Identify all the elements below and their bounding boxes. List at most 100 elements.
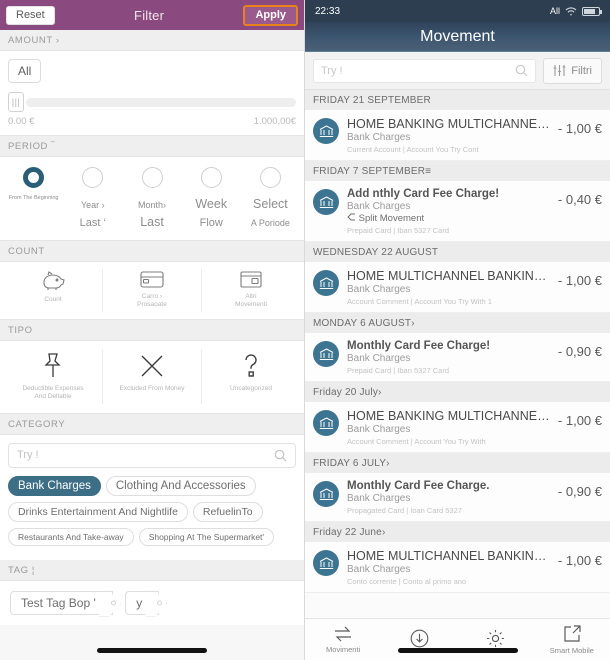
tab-bar: Movimenti Smart Mobile — [305, 618, 610, 660]
transaction-amount: - 1,00 € — [557, 413, 602, 428]
period-label: Select A Poriode — [250, 197, 290, 229]
gear-icon — [487, 629, 505, 647]
category-search-section: Try ! — [0, 434, 304, 470]
period-section: From The Beginning Year › Last ‘ Month› … — [0, 157, 304, 241]
transaction-category: Bank Charges — [347, 201, 411, 212]
day-header: Friday 22 June› — [305, 522, 610, 542]
amount-all-chip[interactable]: All — [8, 59, 42, 83]
category-chip-bank-charges[interactable]: Bank Charges — [8, 475, 101, 496]
radio-icon[interactable] — [141, 167, 163, 188]
category-chip-refueling[interactable]: RefuelinTo — [192, 501, 263, 522]
transaction-row[interactable]: HOME MULTICHANNEL BANKING-... Bank Charg… — [305, 262, 610, 313]
transaction-row[interactable]: HOME BANKING MULTICHANNEL-... Bank Charg… — [305, 402, 610, 453]
slider-track[interactable] — [26, 97, 296, 107]
transaction-split[interactable]: Split Movement — [347, 213, 553, 224]
count-section-label: COUNT — [0, 240, 304, 262]
transaction-account: Prepaid Card | Iban 5327 Card — [347, 366, 450, 375]
tab-label: Smart Mobile — [549, 645, 594, 655]
tipo-option-deductible[interactable]: Deductible Expenses And Deltable — [4, 350, 102, 404]
transaction-title: Monthly Card Fee Charge. — [347, 480, 490, 492]
tab-movimenti[interactable]: Movimenti — [305, 626, 381, 654]
category-chip-clothing[interactable]: Clothing And Accessories — [105, 475, 256, 496]
transaction-account: Current Account | Account You Try Cont — [347, 145, 479, 154]
transaction-amount: - 1,00 € — [557, 121, 602, 136]
period-option-select-period[interactable]: Select A Poriode — [241, 167, 300, 232]
tag-chip-label: Test Tag Bop ' — [21, 595, 96, 610]
count-options: Count Carro › Prosaoate Altri Movementi — [4, 268, 300, 312]
status-bar: 22:33 All — [305, 0, 610, 22]
navigation-bar: Movement — [305, 22, 610, 52]
transaction-category: Bank Charges — [347, 132, 411, 143]
transaction-title: HOME BANKING MULTICHANNEL-... — [347, 409, 553, 423]
amount-section: All ||| 0.00 € 1.000,00€ — [0, 51, 304, 136]
period-option-year-last[interactable]: Year › Last ‘ — [63, 167, 122, 232]
transaction-details: HOME MULTICHANNEL BANKING-... Bank Charg… — [339, 269, 553, 306]
period-option-month-last[interactable]: Month› Last — [122, 167, 181, 232]
transaction-amount: - 1,00 € — [557, 273, 602, 288]
amount-range-values: 0.00 € 1.000,00€ — [8, 116, 296, 127]
count-caption: Carro › Prosaoate — [137, 292, 167, 309]
tipo-option-uncategorized[interactable]: Uncategorized — [201, 349, 300, 404]
transaction-row[interactable]: HOME BANKING MULTICHANNEL-... Bank Charg… — [305, 110, 610, 161]
transaction-details: Add nthly Card Fee Charge! Bank Charges … — [339, 188, 553, 235]
count-option-card[interactable]: Carro › Prosaoate — [102, 268, 201, 312]
category-chip-row: Drinks Entertainment And Nightlife Refue… — [8, 501, 296, 522]
pin-icon — [44, 353, 61, 377]
count-option-other[interactable]: Altri Movementi — [201, 268, 300, 312]
reset-button[interactable]: Reset — [6, 5, 55, 25]
transaction-row[interactable]: HOME MULTICHANNEL BANKING-... Bank Charg… — [305, 542, 610, 593]
day-header: WEDNESDAY 22 AUGUST — [305, 242, 610, 262]
period-option-week-flow[interactable]: Week Flow — [182, 167, 241, 232]
category-chip-drinks[interactable]: Drinks Entertainment And Nightlife — [8, 501, 188, 522]
transaction-row[interactable]: Monthly Card Fee Charge! Bank Charges Pr… — [305, 333, 610, 382]
radio-icon[interactable] — [23, 167, 45, 188]
home-indicator — [397, 648, 518, 653]
period-label: Month› Last — [138, 200, 167, 230]
category-section-label: CATEGORY — [0, 413, 304, 435]
search-icon[interactable] — [515, 64, 528, 77]
bank-icon — [313, 341, 339, 367]
tab-label: Movimenti — [326, 644, 361, 654]
tipo-section-label: TIPO — [0, 319, 304, 341]
tipo-section: Deductible Expenses And Deltable Exclude… — [0, 340, 304, 414]
transaction-account: Account Comment | Account You Try With — [347, 437, 486, 446]
tipo-caption: Uncategorized — [230, 384, 272, 392]
category-chip-restaurants[interactable]: Restaurants And Take-away — [8, 527, 134, 546]
currency-symbol: € — [594, 344, 602, 359]
amount-max-value: 1.000,00€ — [253, 116, 296, 127]
category-search-input[interactable]: Try ! — [8, 442, 296, 468]
tag-chip-y[interactable]: y — [125, 590, 163, 615]
period-option-from-beginning[interactable]: From The Beginning — [4, 167, 63, 232]
radio-icon[interactable] — [200, 167, 222, 188]
transaction-category: Bank Charges — [347, 424, 411, 435]
radio-icon[interactable] — [82, 167, 104, 188]
amount-slider[interactable]: ||| — [8, 92, 296, 112]
apply-button[interactable]: Apply — [243, 4, 298, 26]
tag-chip-test-tag-bop[interactable]: Test Tag Bop ' — [10, 590, 116, 615]
tab-smart-mobile[interactable]: Smart Mobile — [534, 624, 610, 655]
filtri-button[interactable]: Filtri — [543, 57, 602, 84]
movement-search-input[interactable]: Try ! — [313, 58, 537, 83]
transaction-row[interactable]: Monthly Card Fee Charge. Bank Charges Pr… — [305, 473, 610, 522]
category-chip-supermarket[interactable]: Shopping At The Supermarket' — [138, 527, 275, 546]
tag-section-label: TAG ¦ — [0, 559, 304, 581]
search-icon[interactable] — [274, 449, 287, 462]
amount-max-currency: € — [290, 116, 296, 127]
day-header: Friday 20 July› — [305, 382, 610, 402]
slider-handle[interactable]: ||| — [8, 92, 24, 112]
credit-card-icon — [140, 271, 164, 288]
count-option-count[interactable]: Count — [4, 269, 102, 312]
tipo-option-excluded[interactable]: Excluded From Money — [102, 349, 201, 404]
movement-panel: 22:33 All Movement Try ! Filtri FRIDAY 2… — [305, 0, 610, 660]
period-label: Year › Last ‘ — [79, 200, 106, 230]
tag-hole-icon — [110, 600, 116, 606]
transaction-list: FRIDAY 21 SEPTEMBER HOME BANKING MULTICH… — [305, 90, 610, 593]
search-bar: Try ! Filtri — [305, 52, 610, 90]
transaction-row[interactable]: Add nthly Card Fee Charge! Bank Charges … — [305, 181, 610, 242]
transaction-account: Prepaid Card | Iban 5327 Card — [347, 226, 450, 235]
transaction-title: HOME BANKING MULTICHANNEL-... — [347, 117, 553, 131]
currency-symbol: € — [594, 484, 602, 499]
transaction-title: HOME MULTICHANNEL BANKING-... — [347, 549, 553, 563]
radio-icon[interactable] — [259, 167, 281, 188]
amount-min-value: 0.00 € — [8, 116, 35, 127]
